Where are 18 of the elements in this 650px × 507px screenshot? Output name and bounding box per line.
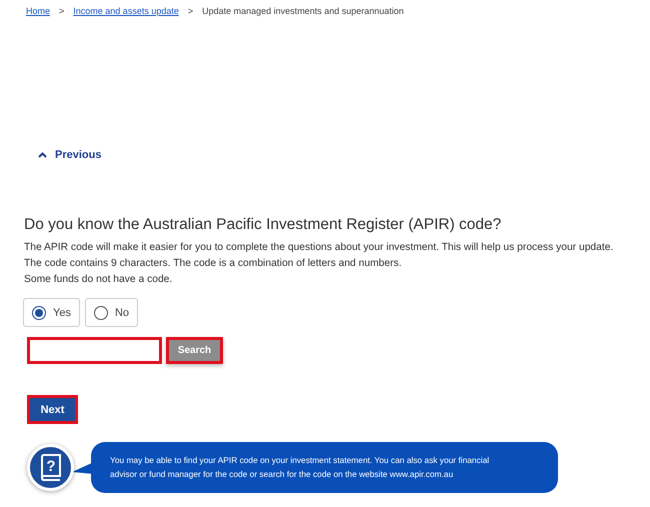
description-text: Some funds do not have a code. — [24, 273, 174, 288]
description-text: The APIR code will make it easier for you to complete the questions about your investment. This will help us process your update. — [24, 241, 614, 256]
radio-option[interactable]: No — [84, 298, 138, 328]
breadcrumb-link[interactable]: Income and assets update — [73, 5, 179, 18]
next-button[interactable]: Next — [27, 395, 78, 424]
chevron-up-icon — [38, 152, 47, 158]
search-field[interactable] — [27, 337, 162, 364]
radio-option[interactable]: Yes — [23, 298, 80, 328]
previous-link[interactable]: Previous — [38, 146, 102, 163]
breadcrumb-link[interactable]: Home — [26, 5, 50, 18]
breadcrumb-separator: > — [59, 5, 64, 18]
breadcrumb-separator: > — [188, 5, 194, 18]
radio-button[interactable] — [94, 306, 108, 320]
help-bubble: You may be able to find your APIR code on your investment statement. You can also ask your financial advisor or fund manager for the code or search for the code on the website www.apir.com.au — [91, 442, 558, 494]
breadcrumb-current: Update managed investments and superannuation — [202, 5, 404, 18]
description-text: The code contains 9 characters. The code is a combination of letters and numbers. — [24, 257, 403, 272]
question-heading: Do you know the Australian Pacific Investment Register (APIR) code? — [24, 216, 502, 234]
radio-button[interactable] — [32, 306, 46, 320]
